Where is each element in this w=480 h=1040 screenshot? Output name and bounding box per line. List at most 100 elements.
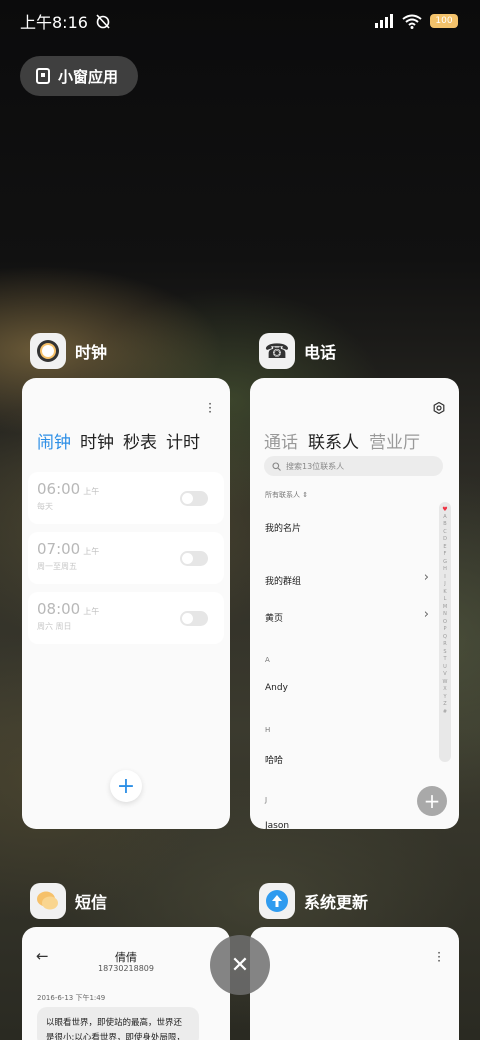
alarm-item[interactable]: 07:00 上午 周一至周五 [28, 532, 224, 584]
status-bar: 上午8:16 100 [20, 8, 458, 34]
my-card[interactable]: 我的名片 [265, 521, 301, 534]
sms-contact-number: 18730218809 [98, 964, 154, 973]
contact-item[interactable]: 哈哈 [265, 753, 283, 766]
alarm-repeat: 每天 [37, 502, 53, 511]
alpha-letter[interactable]: B [443, 521, 446, 529]
tab-timer[interactable]: 计时 [166, 428, 200, 453]
tab-calls[interactable]: 通话 [264, 428, 298, 453]
update-icon [259, 883, 295, 919]
alpha-letter[interactable]: C [443, 529, 447, 537]
message-bubble[interactable]: 以眼看世界，即使站的最高，世界还是很小;以心看世界，即使身处局限， [37, 1007, 199, 1040]
close-all-button[interactable]: ✕ [210, 935, 270, 995]
sms-app-card[interactable]: ← 倩倩 18730218809 2016-6-13 下午1:49 以眼看世界，… [22, 927, 230, 1040]
more-icon[interactable]: · · · [208, 398, 212, 418]
alarm-time: 07:00 [37, 540, 81, 558]
alarm-toggle[interactable] [180, 551, 208, 566]
phone-app-header[interactable]: ☎ 电话 [259, 333, 336, 369]
tab-alarm[interactable]: 闹钟 [37, 428, 71, 453]
search-placeholder: 搜索13位联系人 [286, 461, 345, 471]
battery-icon: 100 [430, 14, 458, 28]
phone-app-name: 电话 [304, 343, 337, 362]
alpha-letter[interactable]: Z [443, 701, 446, 709]
sms-app-header[interactable]: 短信 [30, 883, 107, 919]
alarm-off-icon [96, 14, 110, 29]
section-header: H [265, 726, 271, 734]
tab-stopwatch[interactable]: 秒表 [123, 428, 157, 453]
signal-icon [375, 14, 393, 28]
alpha-letter[interactable]: G [443, 559, 447, 567]
add-contact-button[interactable]: + [417, 786, 447, 816]
alpha-letter[interactable]: ♥ [442, 506, 447, 514]
update-app-header[interactable]: 系统更新 [259, 883, 368, 919]
tab-service[interactable]: 营业厅 [369, 428, 420, 453]
tab-contacts[interactable]: 联系人 [308, 428, 359, 453]
alpha-letter[interactable]: U [443, 664, 447, 672]
update-app-card[interactable]: · · · [250, 927, 459, 1040]
sort-icon: ⇕ [302, 491, 309, 499]
alpha-letter[interactable]: # [443, 709, 447, 717]
alpha-letter[interactable]: D [443, 536, 447, 544]
mini-window-button[interactable]: 小窗应用 [20, 56, 138, 96]
more-icon[interactable]: · · · [437, 947, 441, 967]
alpha-letter[interactable]: H [443, 566, 447, 574]
alpha-letter[interactable]: N [443, 611, 447, 619]
phone-app-card[interactable]: 通话 联系人 营业厅 搜索13位联系人 所有联系人 ⇕ 我的名片 我的群组 › … [250, 378, 459, 829]
alpha-letter[interactable]: S [443, 649, 446, 657]
contacts-filter-label: 所有联系人 [265, 491, 300, 499]
alarm-repeat: 周六 周日 [37, 622, 72, 631]
alpha-letter[interactable]: X [443, 686, 446, 694]
alarm-toggle[interactable] [180, 611, 208, 626]
alpha-letter[interactable]: Y [443, 694, 446, 702]
alarm-item[interactable]: 08:00 上午 周六 周日 [28, 592, 224, 644]
settings-icon[interactable] [433, 402, 445, 414]
chevron-right-icon: › [423, 570, 429, 585]
alphabet-index[interactable]: ♥ A B C D E F G H I J K L M N O P Q R S … [439, 502, 451, 762]
alpha-letter[interactable]: P [443, 626, 446, 634]
section-header: J [265, 796, 268, 804]
alpha-letter[interactable]: F [444, 551, 447, 559]
search-icon [272, 461, 281, 471]
clock-icon [30, 333, 66, 369]
alpha-letter[interactable]: I [444, 574, 445, 582]
clock-tabs: 闹钟 时钟 秒表 计时 [37, 428, 200, 453]
section-header: A [265, 656, 270, 664]
alpha-letter[interactable]: A [443, 514, 446, 522]
alarm-time: 08:00 [37, 600, 81, 618]
contact-item[interactable]: Andy [265, 683, 288, 693]
alarm-item[interactable]: 06:00 上午 每天 [28, 472, 224, 524]
alpha-letter[interactable]: V [443, 671, 446, 679]
my-groups[interactable]: 我的群组 [265, 574, 301, 587]
message-icon [30, 883, 66, 919]
sms-contact-name: 倩倩 [115, 951, 137, 964]
alarm-repeat: 周一至周五 [37, 562, 77, 571]
alarm-toggle[interactable] [180, 491, 208, 506]
alpha-letter[interactable]: W [443, 679, 448, 687]
clock-app-card[interactable]: · · · 闹钟 时钟 秒表 计时 06:00 上午 每天 07:00 上午 周一至周五… [22, 378, 230, 829]
window-icon [36, 68, 50, 84]
alpha-letter[interactable]: L [444, 596, 447, 604]
alpha-letter[interactable]: M [443, 604, 447, 612]
yellow-pages[interactable]: 黄页 [265, 611, 283, 624]
alpha-letter[interactable]: Q [443, 634, 447, 642]
alarm-ampm: 上午 [83, 487, 100, 496]
alpha-letter[interactable]: J [444, 581, 445, 589]
clock-app-header[interactable]: 时钟 [30, 333, 107, 369]
contact-search-input[interactable]: 搜索13位联系人 [264, 456, 443, 476]
alpha-letter[interactable]: O [443, 619, 447, 627]
status-time: 上午8:16 [20, 13, 88, 32]
clock-app-name: 时钟 [75, 343, 108, 362]
add-alarm-button[interactable]: + [110, 770, 142, 802]
alpha-letter[interactable]: R [443, 641, 446, 649]
wifi-icon [402, 14, 422, 29]
alarm-time: 06:00 [37, 480, 81, 498]
tab-clock[interactable]: 时钟 [80, 428, 114, 453]
sms-date: 2016-6-13 下午1:49 [37, 994, 106, 1002]
alpha-letter[interactable]: T [443, 656, 446, 664]
contacts-filter[interactable]: 所有联系人 ⇕ [265, 490, 308, 500]
contact-item[interactable]: Jason [265, 821, 289, 829]
alarm-ampm: 上午 [83, 607, 100, 616]
alpha-letter[interactable]: K [443, 589, 446, 597]
phone-tabs: 通话 联系人 营业厅 [264, 428, 420, 453]
alpha-letter[interactable]: E [443, 544, 446, 552]
phone-icon: ☎ [259, 333, 295, 369]
